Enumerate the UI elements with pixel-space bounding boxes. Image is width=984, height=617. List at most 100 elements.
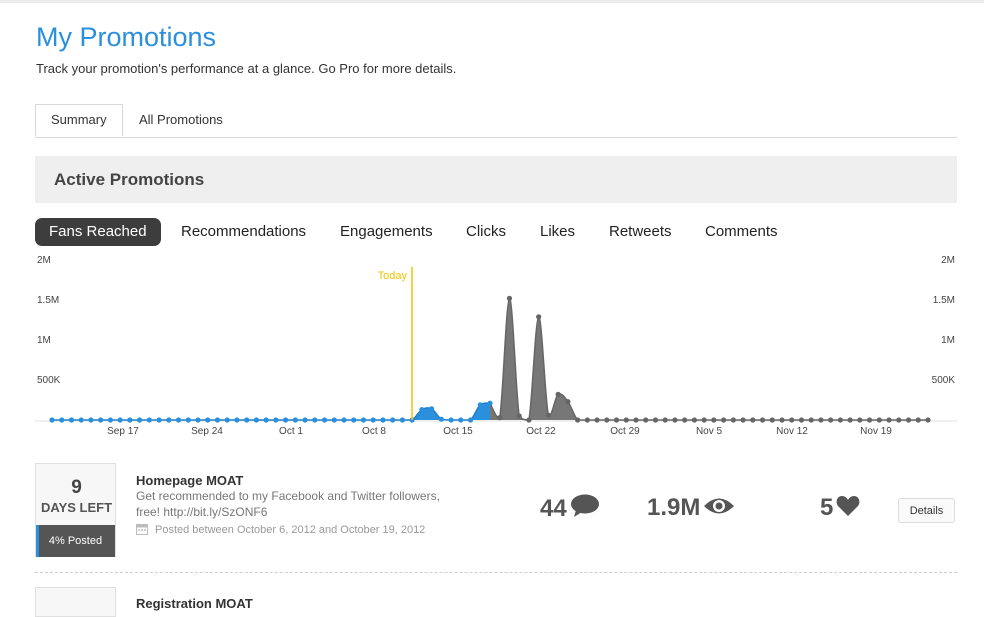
data-point <box>711 417 717 423</box>
data-point <box>59 417 65 423</box>
days-left-count: 9 <box>71 477 82 498</box>
data-point <box>740 417 746 423</box>
data-point <box>351 417 357 423</box>
data-point <box>847 417 853 423</box>
data-point <box>68 417 75 423</box>
page-title: My Promotions <box>36 22 217 52</box>
data-point <box>477 402 483 408</box>
data-point <box>302 417 308 423</box>
future-line <box>489 297 928 421</box>
data-point <box>789 417 795 423</box>
data-point <box>886 417 892 423</box>
fans-reached-chart: 2M 2M 1.5M 1.5M 1M 1M 500K 500K Today Sep 17 Sep 2… <box>35 255 957 437</box>
data-point <box>127 417 133 423</box>
promotion-row: Registration MOAT <box>35 587 957 617</box>
metric-tab-likes[interactable]: Likes <box>540 218 575 246</box>
x-tick-label: Oct 15 <box>443 426 473 437</box>
data-point <box>633 417 639 423</box>
data-point <box>78 417 84 423</box>
tab-bar: Summary All Promotions <box>35 104 957 138</box>
details-button[interactable]: Details <box>898 498 955 523</box>
data-point <box>896 417 902 423</box>
section-title: Active Promotions <box>54 170 205 189</box>
data-point <box>808 417 814 423</box>
data-point <box>321 417 328 423</box>
comments-count: 44 <box>540 495 567 522</box>
data-point <box>769 417 775 423</box>
data-point <box>467 417 474 423</box>
data-point <box>779 417 785 423</box>
data-point <box>672 417 678 423</box>
metric-tab-comments[interactable]: Comments <box>705 218 778 246</box>
y-tick-label-right: 1.5M <box>933 295 955 306</box>
past-area <box>52 403 490 420</box>
x-tick-label: Oct 29 <box>610 426 640 437</box>
data-point <box>263 417 269 423</box>
data-point <box>867 417 873 423</box>
tab-summary[interactable]: Summary <box>35 104 123 136</box>
posted-progress: 4% Posted <box>36 525 115 557</box>
data-point <box>166 417 172 423</box>
data-point <box>828 417 834 423</box>
x-tick-label: Nov 5 <box>696 426 723 437</box>
data-point <box>360 417 367 423</box>
data-point <box>448 417 454 423</box>
metric-tab-retweets[interactable]: Retweets <box>609 218 672 246</box>
data-point <box>613 417 620 423</box>
data-point <box>555 391 561 397</box>
data-point <box>506 295 513 301</box>
data-point <box>146 417 152 423</box>
calendar-icon <box>136 523 148 538</box>
y-tick-label-right: 2M <box>941 255 955 266</box>
days-left-label: DAYS LEFT <box>40 500 113 515</box>
likes-stat: 5 <box>820 494 860 522</box>
data-point <box>526 417 532 423</box>
data-point <box>292 417 298 423</box>
data-point <box>545 412 552 418</box>
likes-count: 5 <box>820 494 834 521</box>
x-tick-label: Nov 19 <box>860 426 892 437</box>
data-point <box>857 417 863 423</box>
data-point <box>818 417 824 423</box>
data-point <box>682 417 688 423</box>
posted-progress-fill <box>36 525 40 557</box>
promotion-date-text: Posted between October 6, 2012 and Octob… <box>155 524 426 536</box>
data-point <box>662 417 668 423</box>
metric-tab-clicks[interactable]: Clicks <box>466 218 506 246</box>
views-stat: 1.9M <box>647 494 735 522</box>
metric-tab-engagements[interactable]: Engagements <box>340 218 433 246</box>
y-tick-label-left: 1M <box>37 335 51 346</box>
data-point <box>419 407 425 413</box>
days-left-box <box>35 587 116 617</box>
data-point <box>584 417 590 423</box>
data-point <box>273 417 279 423</box>
data-point <box>458 417 464 423</box>
data-point <box>224 417 230 423</box>
data-point <box>156 417 162 423</box>
data-point <box>98 417 104 423</box>
y-tick-label-left: 1.5M <box>37 295 59 306</box>
promotion-title[interactable]: Homepage MOAT <box>136 473 243 488</box>
top-border <box>0 0 984 3</box>
data-point <box>575 417 581 423</box>
x-tick-label: Oct 1 <box>279 426 303 437</box>
row-divider <box>35 572 957 573</box>
x-tick-label: Sep 24 <box>191 426 223 437</box>
data-point <box>594 417 600 423</box>
page-subtitle: Track your promotion's performance at a … <box>36 61 457 76</box>
data-point <box>516 413 522 419</box>
metric-tab-fans-reached[interactable]: Fans Reached <box>35 218 161 246</box>
data-point <box>214 417 221 423</box>
data-point <box>798 417 805 423</box>
posted-progress-label: 4% Posted <box>48 535 103 547</box>
data-point <box>370 417 376 423</box>
tab-all-promotions[interactable]: All Promotions <box>123 104 238 136</box>
promotion-title[interactable]: Registration MOAT <box>136 596 253 611</box>
data-point <box>399 417 405 423</box>
data-point <box>175 417 182 423</box>
data-point <box>341 417 347 423</box>
data-point <box>380 417 386 423</box>
metric-tab-recommendations[interactable]: Recommendations <box>181 218 306 246</box>
data-point <box>643 417 649 423</box>
data-point <box>721 417 727 423</box>
